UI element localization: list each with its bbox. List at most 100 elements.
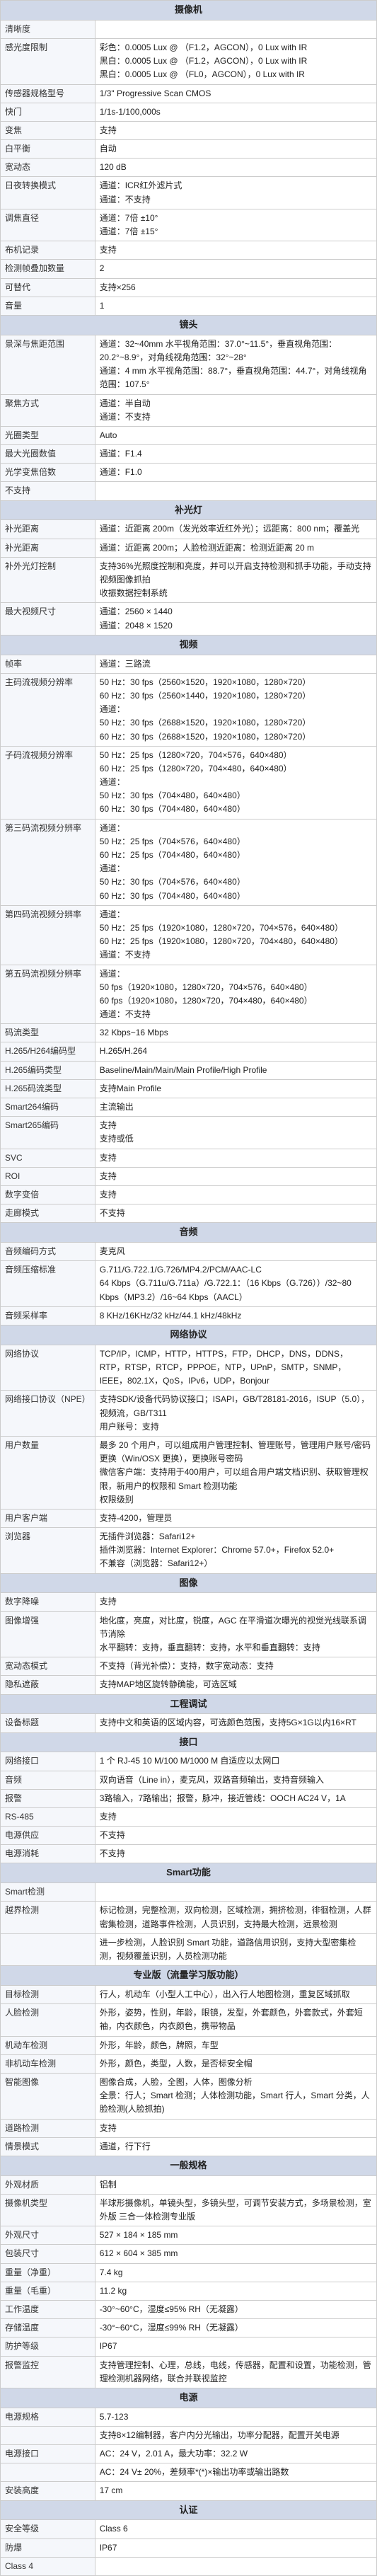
row-value: 通道：F1.0 bbox=[95, 464, 376, 482]
row-value: 图像合成，人脸，全图，人体，图像分析全景：行人；Smart 检测；人体检测功能，… bbox=[95, 2073, 376, 2119]
table-row: 外观尺寸527 × 184 × 185 mm bbox=[1, 2226, 377, 2245]
table-row: 第四码流视频分辨率通道：50 Hz：25 fps（1920×1080，1280×… bbox=[1, 905, 377, 965]
table-row: 音频压缩标准G.711/G.722.1/G.726/MP4.2/PCM/AAC-… bbox=[1, 1261, 377, 1307]
row-label: 人脸检测 bbox=[1, 2004, 95, 2036]
table-row: 安全等级Class 6 bbox=[1, 2520, 377, 2538]
row-value: -30°~60°C，湿度≤99% RH（无凝露） bbox=[95, 2319, 376, 2338]
row-label: 宽动态模式 bbox=[1, 1657, 95, 1676]
row-value: 1/1s-1/100,000s bbox=[95, 103, 376, 121]
table-row: 音频采样率8 KHz/16KHz/32 kHz/44.1 kHz/48kHz bbox=[1, 1306, 377, 1325]
row-label: 非机动车检测 bbox=[1, 2054, 95, 2073]
row-value: 11.2 kg bbox=[95, 2282, 376, 2300]
row-value: -30°~60°C，湿度≤95% RH（无凝露） bbox=[95, 2301, 376, 2319]
table-row: Smart检测 bbox=[1, 1883, 377, 1902]
row-value: 通道：7倍 ±10°通道：7倍 ±15° bbox=[95, 209, 376, 241]
table-row: 支持8×12编制器，客户内分光输出，功率分配器，配置开关电源 bbox=[1, 2426, 377, 2444]
row-label: 音频编码方式 bbox=[1, 1243, 95, 1261]
row-label: 外观材质 bbox=[1, 2175, 95, 2194]
table-row: 隐私遮蔽支持MAP地区旋转静确能，可选区域 bbox=[1, 1676, 377, 1694]
row-label: 电源供应 bbox=[1, 1827, 95, 1845]
row-value: H.265/H.264 bbox=[95, 1042, 376, 1061]
row-label: 音频压缩标准 bbox=[1, 1261, 95, 1307]
row-value: 通道：近距离 200m（发光效率近红外光）；远距离：800 nm；覆盖光 bbox=[95, 520, 376, 539]
row-value: 通道：50 Hz：25 fps（704×576，640×480）60 Hz：25… bbox=[95, 819, 376, 905]
table-row: Smart264编码主流输出 bbox=[1, 1098, 377, 1117]
row-label: 感光度限制 bbox=[1, 38, 95, 84]
row-label: 道路检测 bbox=[1, 2119, 95, 2137]
row-value: 1 bbox=[95, 297, 376, 315]
table-row: 用户数量最多 20 个用户，可以组成用户管理控制、管理账号，管理用户账号/密码更… bbox=[1, 1436, 377, 1509]
row-label: 布机记录 bbox=[1, 241, 95, 260]
row-value: IP67 bbox=[95, 2538, 376, 2557]
row-value: 地化度，亮度，对比度，锐度，AGC 在平滑道次曝光的视觉光线联系调节消除水平翻转… bbox=[95, 1611, 376, 1657]
table-row: 子码流视频分辨率50 Hz：25 fps（1280×720，704×576，64… bbox=[1, 746, 377, 819]
table-row: 宽动态120 dB bbox=[1, 159, 377, 177]
table-row: 检测帧叠加数量2 bbox=[1, 260, 377, 278]
row-value bbox=[95, 2557, 376, 2575]
row-label: 变焦 bbox=[1, 121, 95, 139]
row-value: 3路输入，7路输出；报警，脉冲，接近管线：OOCH AC24 V，1A bbox=[95, 1789, 376, 1807]
table-row: 用户客户端支持-4200，管理员 bbox=[1, 1509, 377, 1527]
table-row: 变焦支持 bbox=[1, 121, 377, 139]
table-row: 非机动车检测外形，颜色，类型，人数，是否标安全帽 bbox=[1, 2054, 377, 2073]
row-label: 防爆 bbox=[1, 2538, 95, 2557]
row-label: 最大视频尺寸 bbox=[1, 603, 95, 635]
row-label: Smart检测 bbox=[1, 1883, 95, 1902]
row-value: AC：24 V± 20%，差频率*(*)×输出功率或输出路数 bbox=[95, 2463, 376, 2482]
row-value: 50 Hz：30 fps（2560×1520，1920×1080，1280×72… bbox=[95, 673, 376, 746]
table-row: 音频编码方式麦克风 bbox=[1, 1243, 377, 1261]
table-row: SVC支持 bbox=[1, 1149, 377, 1167]
row-label: 清晰度 bbox=[1, 20, 95, 38]
table-row: 调焦直径通道：7倍 ±10°通道：7倍 ±15° bbox=[1, 209, 377, 241]
row-label bbox=[1, 1933, 95, 1965]
row-label: H.265/H264编码型 bbox=[1, 1042, 95, 1061]
table-row: 主码流视频分辨率50 Hz：30 fps（2560×1520，1920×1080… bbox=[1, 673, 377, 746]
row-value: 支持中文和英语的区域内容，可选颜色范围，支持5G×1G以内16×RT bbox=[95, 1714, 376, 1732]
table-row: 图像增强地化度，亮度，对比度，锐度，AGC 在平滑道次曝光的视觉光线联系调节消除… bbox=[1, 1611, 377, 1657]
row-label: 补光距离 bbox=[1, 539, 95, 557]
row-label bbox=[1, 2426, 95, 2444]
row-value: 自动 bbox=[95, 140, 376, 159]
row-value: 612 × 604 × 385 mm bbox=[95, 2245, 376, 2263]
row-label: 主码流视频分辨率 bbox=[1, 673, 95, 746]
row-label: 外观尺寸 bbox=[1, 2226, 95, 2245]
table-row: 码流类型32 Kbps~16 Mbps bbox=[1, 1024, 377, 1042]
row-value: 支持8×12编制器，客户内分光输出，功率分配器，配置开关电源 bbox=[95, 2426, 376, 2444]
row-value: 通道：ICR红外滤片式通道：不支持 bbox=[95, 177, 376, 209]
table-row: 可替代支持×256 bbox=[1, 278, 377, 297]
table-row: 防爆IP67 bbox=[1, 2538, 377, 2557]
table-row: 重量（毛重）11.2 kg bbox=[1, 2282, 377, 2300]
row-label: H.265编码类型 bbox=[1, 1061, 95, 1079]
table-row: 音频双向语音（Line in），麦克风，双路音频输出，支持音频输入 bbox=[1, 1771, 377, 1789]
row-label: Class 4 bbox=[1, 2557, 95, 2575]
row-value: 支持 bbox=[95, 241, 376, 260]
row-label: 补光距离 bbox=[1, 520, 95, 539]
row-value: 支持36%光照度控制和亮度，并可以开启支持检测和抓手功能，手动支持视频图像抓拍收… bbox=[95, 557, 376, 603]
row-value: 不支持 bbox=[95, 1204, 376, 1223]
table-row: 传感器规格型号1/3" Progressive Scan CMOS bbox=[1, 84, 377, 103]
table-row: 越界检测标记检测，完整检测，双向检测，区域检测，拥挤检测，徘徊检测，人群密集检测… bbox=[1, 1902, 377, 1933]
row-label: 日夜转换模式 bbox=[1, 177, 95, 209]
row-value: 不支持 bbox=[95, 1845, 376, 1863]
row-label: 聚焦方式 bbox=[1, 394, 95, 426]
row-label: 光学变焦倍数 bbox=[1, 464, 95, 482]
table-row: 电源接口AC：24 V，2.01 A，最大功率：32.2 W bbox=[1, 2445, 377, 2463]
row-value: 通道：2560 × 1440通道：2048 × 1520 bbox=[95, 603, 376, 635]
table-row: AC：24 V± 20%，差频率*(*)×输出功率或输出路数 bbox=[1, 2463, 377, 2482]
row-value: 通道：半自动通道：不支持 bbox=[95, 394, 376, 426]
row-value: 通道：32~40mm 水平视角范围：37.0°~11.5°，垂直视角范围：20.… bbox=[95, 335, 376, 394]
section-header: 摄像机 bbox=[1, 1, 377, 21]
row-value: 半球形摄像机，单镜头型，多镜头型，可调节安装方式，多场景检测，室外版 三合一体检… bbox=[95, 2194, 376, 2226]
row-label: 存储温度 bbox=[1, 2319, 95, 2338]
row-label: 数字降噪 bbox=[1, 1593, 95, 1611]
row-value: 不支持 bbox=[95, 1827, 376, 1845]
row-label: 网络协议 bbox=[1, 1345, 95, 1391]
row-value: 标记检测，完整检测，双向检测，区域检测，拥挤检测，徘徊检测，人群密集检测，道路事… bbox=[95, 1902, 376, 1933]
row-value: 支持支持或低 bbox=[95, 1117, 376, 1149]
table-row: 最大光圈数值通道：F1.4 bbox=[1, 445, 377, 464]
row-value: 外形，姿势，性别，年龄，眼镜，发型，外套颜色，外套款式，外套短袖，内衣颜色，内衣… bbox=[95, 2004, 376, 2036]
table-row: 进一步检测，人脸识别 Smart 功能，道路信用识别，支持大型密集检测，视频覆盖… bbox=[1, 1933, 377, 1965]
section-header: 网络协议 bbox=[1, 1326, 377, 1345]
row-label: 摄像机类型 bbox=[1, 2194, 95, 2226]
row-label: ROI bbox=[1, 1167, 95, 1185]
